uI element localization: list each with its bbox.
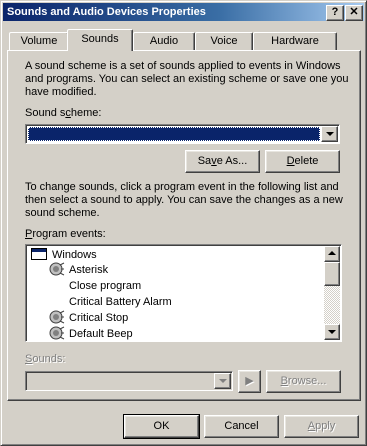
sound-scheme-dropdown[interactable]: [25, 124, 340, 144]
event-label: Critical Stop: [69, 312, 129, 324]
events-scrollbar[interactable]: [324, 246, 340, 340]
tab-voice[interactable]: Voice: [195, 32, 253, 51]
chevron-down-icon[interactable]: [321, 126, 338, 142]
scroll-thumb[interactable]: [324, 262, 340, 286]
sound-scheme-selection: [28, 127, 320, 141]
speaker-icon: [49, 326, 65, 340]
close-button[interactable]: ✕: [345, 5, 363, 21]
tab-strip: Volume Sounds Audio Voice Hardware: [7, 29, 361, 51]
list-item[interactable]: Close program: [69, 278, 141, 294]
program-events-list[interactable]: Windows Asterisk Close program Critical …: [25, 244, 342, 342]
list-item[interactable]: Asterisk: [49, 262, 108, 278]
tab-audio[interactable]: Audio: [133, 32, 195, 51]
list-item[interactable]: Critical Stop: [49, 310, 128, 326]
list-item[interactable]: Windows: [31, 247, 97, 263]
scheme-description: A sound scheme is a set of sounds applie…: [25, 60, 355, 99]
tab-volume[interactable]: Volume: [9, 32, 69, 51]
events-description-line-1: To change sounds, click a program event …: [25, 181, 339, 193]
event-label: Critical Battery Alarm: [69, 296, 172, 308]
chevron-down-icon[interactable]: [214, 373, 231, 389]
event-label: Default Beep: [69, 328, 133, 340]
apply-button[interactable]: Apply: [284, 415, 359, 438]
events-description: To change sounds, click a program event …: [25, 181, 355, 220]
scheme-description-line-3: have modified.: [25, 86, 97, 98]
play-sound-button[interactable]: ▶: [238, 370, 261, 393]
program-events-label: Program events:: [25, 228, 106, 240]
speaker-icon: [49, 262, 65, 276]
scroll-up-button[interactable]: [324, 246, 340, 262]
scroll-down-button[interactable]: [324, 324, 340, 340]
delete-button[interactable]: Delete: [265, 150, 340, 173]
scheme-description-line-1: A sound scheme is a set of sounds applie…: [25, 60, 341, 72]
speaker-icon: [49, 310, 65, 324]
event-label: Close program: [69, 280, 142, 292]
window-title: Sounds and Audio Devices Properties: [7, 6, 206, 18]
event-label: Asterisk: [69, 264, 109, 276]
play-icon: ▶: [245, 375, 254, 387]
events-description-line-3: sound scheme.: [25, 207, 100, 219]
event-label: Windows: [52, 249, 97, 261]
list-item[interactable]: Critical Battery Alarm: [69, 294, 172, 310]
window-icon: [31, 248, 47, 260]
help-button[interactable]: ?: [326, 5, 344, 21]
sound-scheme-label: Sound scheme:: [25, 107, 102, 119]
chevron-up-icon: [328, 251, 336, 255]
tab-hardware[interactable]: Hardware: [253, 32, 337, 51]
tab-sounds[interactable]: Sounds: [67, 29, 133, 51]
chevron-down-icon: [328, 330, 336, 334]
sounds-panel: A sound scheme is a set of sounds applie…: [7, 50, 361, 401]
scheme-description-line-2: and programs. You can select an existing…: [25, 73, 349, 85]
browse-button[interactable]: Browse...: [266, 370, 341, 393]
sounds-label: Sounds:: [25, 353, 66, 365]
ok-button[interactable]: OK: [123, 414, 200, 439]
cancel-button[interactable]: Cancel: [204, 415, 279, 438]
title-bar[interactable]: Sounds and Audio Devices Properties ? ✕: [3, 3, 364, 21]
events-description-line-2: then select a sound to apply. You can sa…: [25, 194, 343, 206]
sounds-dropdown[interactable]: [25, 371, 233, 391]
save-as-button[interactable]: Save As...: [185, 150, 260, 173]
list-item[interactable]: Default Beep: [49, 326, 133, 341]
properties-window: Sounds and Audio Devices Properties ? ✕ …: [0, 0, 367, 446]
